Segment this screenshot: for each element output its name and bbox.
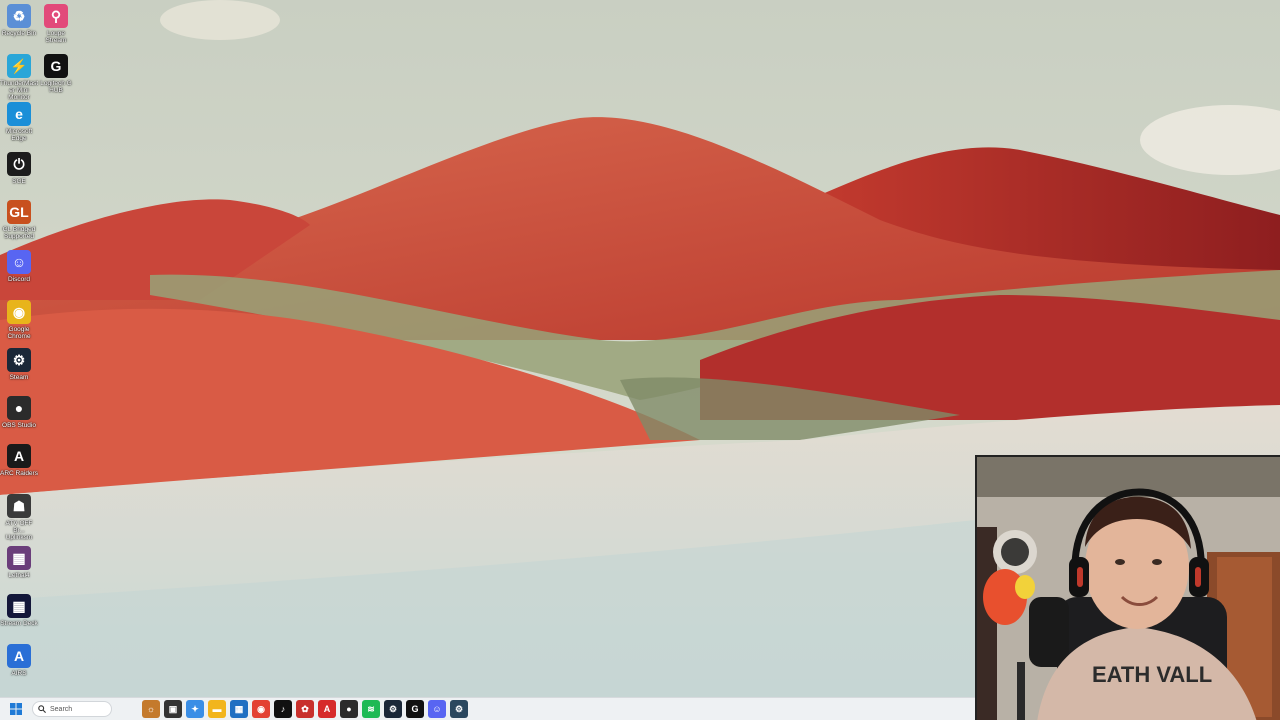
- spotify-icon[interactable]: ≋: [362, 700, 380, 718]
- taskbar-pinned-apps: ☼ ▣ ✦ ▬ ▦ ◉ ♪ ✿ A ● ≋ ⚙ G ☺ ⚙: [142, 700, 468, 718]
- desktop-shortcut-label: ThunderMaster Mini Monitor: [0, 80, 39, 101]
- desktop-shortcut-label: Stream Deck: [0, 620, 38, 627]
- desktop-shortcut-label: Discord: [7, 276, 31, 283]
- obs-icon: ●: [7, 396, 31, 420]
- task-view-icon[interactable]: ▣: [164, 700, 182, 718]
- desktop-shortcut[interactable]: ⏻ SGE: [0, 152, 38, 185]
- windows-logo-icon: [10, 703, 22, 715]
- desktop-shortcut[interactable]: ▦ Stream Deck: [0, 594, 38, 627]
- game-cover-icon: ▦: [7, 546, 31, 570]
- desktop-shortcut[interactable]: ☺ Discord: [0, 250, 38, 283]
- search-icon: [38, 705, 46, 713]
- desktop-shortcut[interactable]: e Microsoft Edge: [0, 102, 38, 142]
- adobe-icon[interactable]: A: [318, 700, 336, 718]
- logitech-g-icon: G: [44, 54, 68, 78]
- widgets-icon[interactable]: ☼: [142, 700, 160, 718]
- desktop-shortcut[interactable]: ♻ Recycle Bin: [0, 4, 38, 37]
- webcam-overlay: EATH VALL: [975, 455, 1280, 720]
- desktop-shortcut-label: Logitech G HUB: [40, 80, 72, 94]
- desktop-shortcut-label: OBS Studio: [2, 422, 36, 429]
- desktop-shortcut[interactable]: GL GL Bridged Supported: [0, 200, 38, 240]
- taskbar-search-box[interactable]: Search: [32, 701, 112, 717]
- webcam-feed-image: EATH VALL: [977, 457, 1280, 720]
- desktop-shortcut[interactable]: ⚙ Steam: [0, 348, 38, 381]
- desktop-shortcut[interactable]: ☗ ATV OFF Br... Uplinksm: [0, 494, 38, 541]
- stream-deck-icon: ▦: [7, 594, 31, 618]
- discord-icon[interactable]: ☺: [428, 700, 446, 718]
- desktop-shortcut-label: ATV OFF Br... Uplinksm: [5, 520, 33, 541]
- desktop-shortcut[interactable]: A AIRS: [0, 644, 38, 677]
- desktop-shortcut-label: SGE: [12, 178, 26, 185]
- desktop-shortcut[interactable]: ◉ Google Chrome: [0, 300, 38, 340]
- file-explorer-icon[interactable]: ▬: [208, 700, 226, 718]
- logitech-g-icon[interactable]: G: [406, 700, 424, 718]
- edge-icon: e: [7, 102, 31, 126]
- desktop-shortcut[interactable]: ● OBS Studio: [0, 396, 38, 429]
- game-icon: ☗: [7, 494, 31, 518]
- desktop-shortcut[interactable]: ⚲ Loupe Stream: [37, 4, 75, 44]
- gl-icon: GL: [7, 200, 31, 224]
- desktop-icon-grid: ♻ Recycle Bin ⚲ Loupe Stream ⚡ ThunderMaster …: [0, 0, 80, 697]
- desktop-shortcut-label: ARC Raiders: [0, 470, 38, 477]
- desktop-shortcut[interactable]: ▦ Lethal4: [0, 546, 38, 579]
- davinci-icon[interactable]: ✿: [296, 700, 314, 718]
- desktop-shortcut-label: GL Bridged Supported: [2, 226, 36, 240]
- steam-icon[interactable]: ⚙: [384, 700, 402, 718]
- desktop-shortcut-label: Recycle Bin: [1, 30, 37, 37]
- search-placeholder: Search: [50, 705, 73, 713]
- desktop-shortcut-label: Lethal4: [8, 572, 30, 579]
- steam-icon: ⚙: [7, 348, 31, 372]
- tiktok-icon[interactable]: ♪: [274, 700, 292, 718]
- start-button[interactable]: [4, 698, 28, 720]
- chrome-icon: ◉: [7, 300, 31, 324]
- desktop-shortcut[interactable]: G Logitech G HUB: [37, 54, 75, 94]
- map-pin-icon: ⚲: [44, 4, 68, 28]
- obs-icon[interactable]: ●: [340, 700, 358, 718]
- recycle-bin-icon: ♻: [7, 4, 31, 28]
- thunder-icon: ⚡: [7, 54, 31, 78]
- svg-text:EATH VALL: EATH VALL: [1092, 662, 1212, 687]
- copilot-icon[interactable]: ✦: [186, 700, 204, 718]
- desktop-shortcut[interactable]: A ARC Raiders: [0, 444, 38, 477]
- desktop-shortcut-label: AIRS: [11, 670, 27, 677]
- desktop-shortcut[interactable]: ⚡ ThunderMaster Mini Monitor: [0, 54, 38, 101]
- steam-alt-icon[interactable]: ⚙: [450, 700, 468, 718]
- desktop-shortcut-label: Steam: [9, 374, 29, 381]
- desktop-shortcut-label: Microsoft Edge: [5, 128, 33, 142]
- taskbar: Search ☼ ▣ ✦ ▬ ▦ ◉ ♪ ✿ A ● ≋ ⚙ G ☺ ⚙: [0, 697, 975, 720]
- arc-raiders-icon: A: [7, 444, 31, 468]
- power-icon: ⏻: [7, 152, 31, 176]
- font-a-icon: A: [7, 644, 31, 668]
- desktop-shortcut-label: Loupe Stream: [45, 30, 67, 44]
- chrome-icon[interactable]: ◉: [252, 700, 270, 718]
- store-icon[interactable]: ▦: [230, 700, 248, 718]
- discord-icon: ☺: [7, 250, 31, 274]
- desktop-shortcut-label: Google Chrome: [7, 326, 31, 340]
